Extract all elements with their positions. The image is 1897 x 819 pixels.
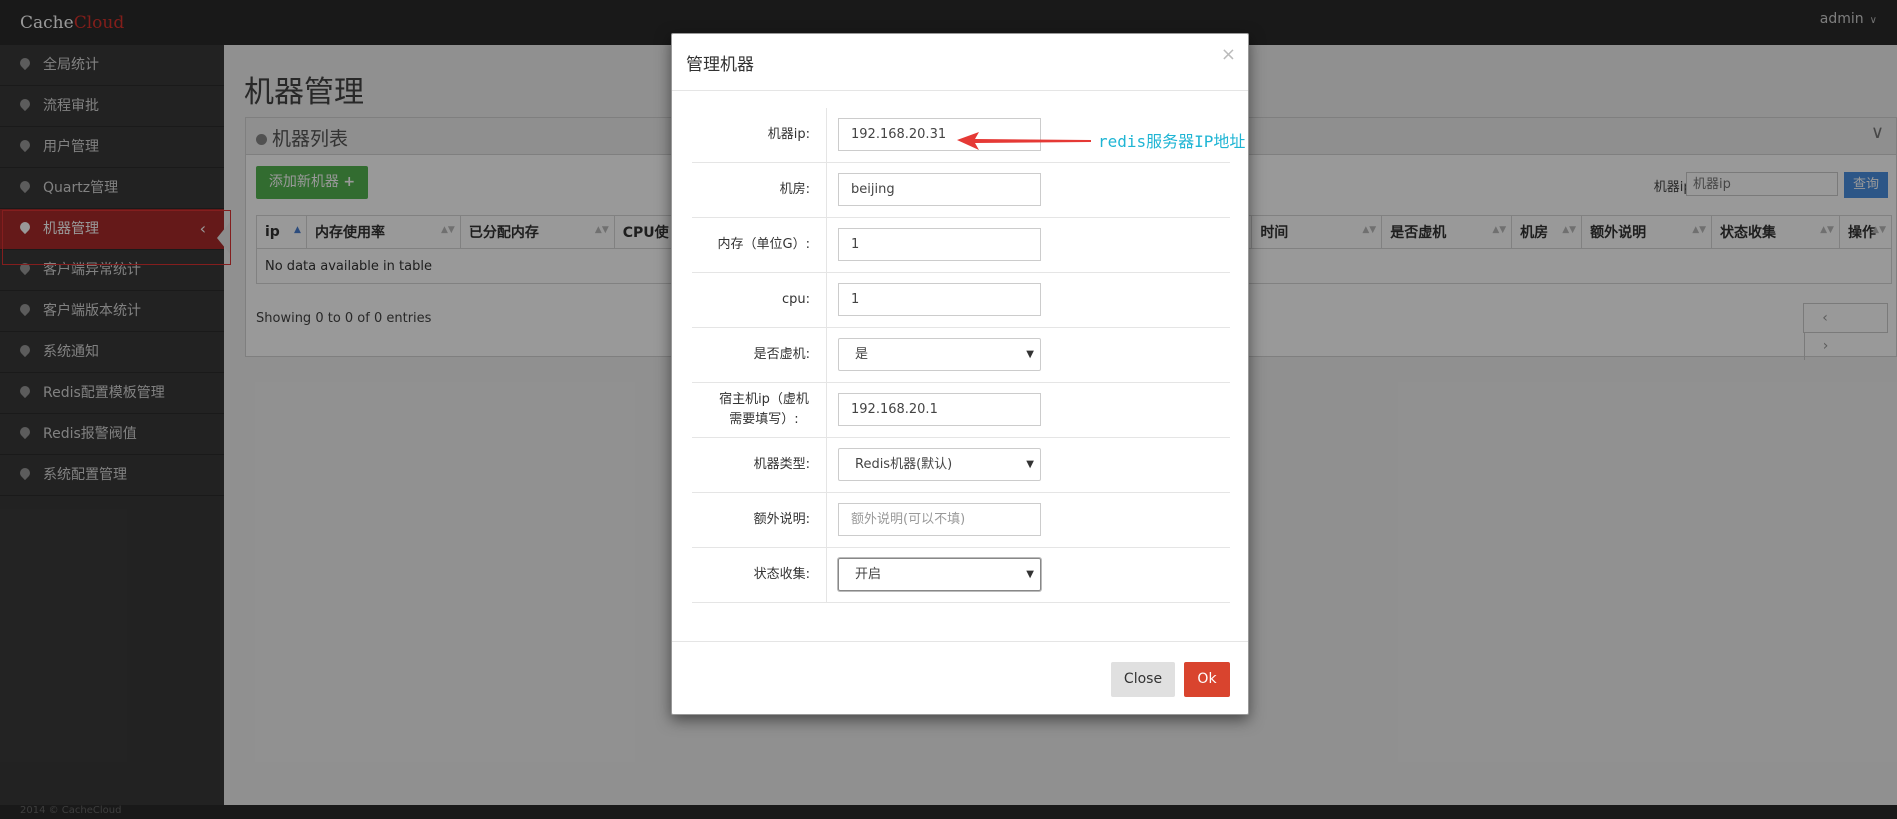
extra-description-input[interactable]: 额外说明(可以不填) bbox=[838, 503, 1041, 536]
dialog-footer: Close Ok bbox=[672, 641, 1248, 714]
annotation-arrow bbox=[957, 132, 1091, 150]
ok-button[interactable]: Ok bbox=[1184, 662, 1230, 697]
form-row: cpu: 1 bbox=[692, 273, 1230, 328]
field-label: 宿主机ip（虚机需要填写）: bbox=[719, 392, 809, 427]
field-label: 机房: bbox=[779, 182, 810, 197]
field-label: 内存（单位G）: bbox=[717, 237, 810, 252]
field-label: 额外说明: bbox=[753, 512, 810, 527]
status-collect-select[interactable]: 开启 ▼ bbox=[838, 558, 1041, 591]
form-row: 机房: beijing bbox=[692, 163, 1230, 218]
machine-type-select[interactable]: Redis机器(默认) ▼ bbox=[838, 448, 1041, 481]
form-row: 是否虚机: 是 ▼ bbox=[692, 328, 1230, 383]
field-label: 是否虚机: bbox=[753, 347, 810, 362]
field-label: 机器ip: bbox=[767, 127, 810, 142]
cpu-input[interactable]: 1 bbox=[838, 283, 1041, 316]
dropdown-arrow-icon: ▼ bbox=[1026, 349, 1034, 360]
dialog-header: 管理机器 × bbox=[672, 34, 1248, 91]
dialog-title: 管理机器 bbox=[686, 55, 754, 75]
form-row: 宿主机ip（虚机需要填写）: 192.168.20.1 bbox=[692, 383, 1230, 438]
field-label: 状态收集: bbox=[753, 567, 810, 582]
machine-form: 机器ip: 192.168.20.31 机房: beijing 内存（单位G）:… bbox=[692, 108, 1230, 603]
form-row: 机器类型: Redis机器(默认) ▼ bbox=[692, 438, 1230, 493]
form-row: 状态收集: 开启 ▼ bbox=[692, 548, 1230, 603]
close-icon[interactable]: × bbox=[1221, 44, 1236, 65]
dropdown-arrow-icon: ▼ bbox=[1026, 569, 1034, 580]
form-row: 额外说明: 额外说明(可以不填) bbox=[692, 493, 1230, 548]
host-ip-input[interactable]: 192.168.20.1 bbox=[838, 393, 1041, 426]
field-label: 机器类型: bbox=[753, 457, 810, 472]
room-input[interactable]: beijing bbox=[838, 173, 1041, 206]
arrow-icon bbox=[957, 132, 1091, 150]
dropdown-arrow-icon: ▼ bbox=[1026, 459, 1034, 470]
annotation-label: redis服务器IP地址 bbox=[1098, 132, 1246, 151]
close-button[interactable]: Close bbox=[1111, 662, 1175, 697]
form-row: 内存（单位G）: 1 bbox=[692, 218, 1230, 273]
is-virtual-select[interactable]: 是 ▼ bbox=[838, 338, 1041, 371]
memory-input[interactable]: 1 bbox=[838, 228, 1041, 261]
field-label: cpu: bbox=[781, 292, 810, 307]
